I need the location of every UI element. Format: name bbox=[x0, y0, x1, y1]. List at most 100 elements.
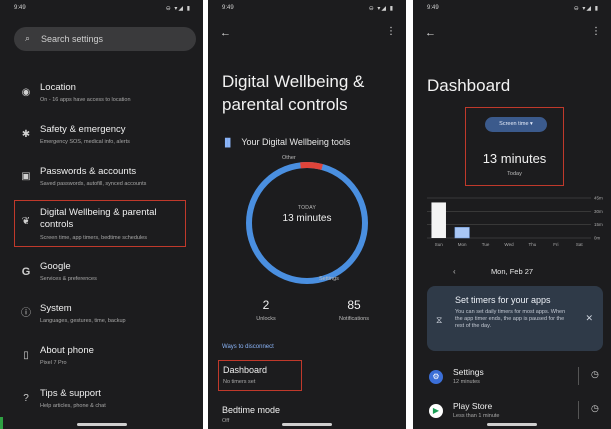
card-body: You can set daily timers for most apps. … bbox=[455, 309, 566, 329]
phone-icon: ▯ bbox=[23, 350, 29, 361]
app-timer-tip-card[interactable]: ⧖ Set timers for your apps You can set d… bbox=[427, 286, 603, 351]
y-tick-label: 15m bbox=[594, 222, 603, 227]
settings-item-subtitle: Services & preferences bbox=[40, 276, 97, 282]
settings-item-subtitle: Saved passwords, autofill, synced accoun… bbox=[40, 181, 147, 187]
page-title: Dashboard bbox=[427, 76, 511, 95]
search-input[interactable]: Search settings bbox=[41, 34, 103, 44]
status-time: 9:49 bbox=[14, 5, 26, 11]
bedtime-subtitle: Off bbox=[222, 418, 230, 424]
app-name: Play Store bbox=[453, 401, 493, 411]
section-header: Ways to disconnect bbox=[222, 344, 274, 350]
ring-today-label: TODAY bbox=[297, 205, 317, 211]
bar-chart-icon: ▐▌ bbox=[222, 138, 234, 147]
settings-item-title: Google bbox=[40, 261, 71, 272]
settings-item-title: Location bbox=[40, 82, 76, 93]
app-name: Settings bbox=[453, 367, 484, 377]
bedtime-title: Bedtime mode bbox=[222, 405, 281, 415]
back-arrow-icon[interactable]: ← bbox=[220, 27, 231, 39]
card-title: Set timers for your apps bbox=[455, 295, 551, 305]
more-options-icon[interactable]: ⋮ bbox=[386, 26, 396, 37]
status-bar: 9:49 ⊖ ▾◢ ▮ bbox=[208, 5, 406, 15]
x-tick-label: Wed bbox=[504, 242, 514, 247]
settings-item-subtitle: Languages, gestures, time, backup bbox=[40, 318, 126, 324]
app-row-play-store[interactable]: ▶ Play Store Less than 1 minute ◷ bbox=[413, 398, 611, 426]
x-tick-label: Sat bbox=[576, 242, 584, 247]
edge-marker bbox=[0, 417, 3, 429]
ring-time-value: 13 minutes bbox=[282, 213, 332, 224]
close-icon[interactable]: ✕ bbox=[585, 313, 593, 324]
divider bbox=[578, 367, 579, 385]
stat-label: Unlocks bbox=[256, 316, 276, 322]
settings-item-title: Safety & emergency bbox=[40, 124, 126, 135]
stat-value: 85 bbox=[347, 298, 361, 312]
app-usage: Less than 1 minute bbox=[453, 413, 500, 419]
status-icons: ⊖ ▾◢ ▮ bbox=[165, 6, 191, 12]
search-icon: ⌕ bbox=[25, 33, 31, 43]
x-tick-label: Mon bbox=[458, 242, 467, 247]
tools-label: Your Digital Wellbeing tools bbox=[241, 137, 351, 147]
settings-item-title: System bbox=[40, 303, 72, 314]
asterisk-icon: ✱ bbox=[21, 129, 31, 140]
stat-label: Notifications bbox=[339, 316, 369, 322]
status-time: 9:49 bbox=[222, 5, 234, 11]
gesture-bar[interactable] bbox=[76, 423, 127, 426]
tools-header: ▐▌ Your Digital Wellbeing tools bbox=[222, 137, 350, 147]
app-timer-icon[interactable]: ◷ bbox=[591, 369, 599, 380]
app-row-settings[interactable]: ⚙ Settings 12 minutes ◷ bbox=[413, 364, 611, 392]
x-tick-label: Fri bbox=[553, 242, 558, 247]
play-store-icon: ▶ bbox=[429, 404, 443, 418]
settings-item-title: About phone bbox=[40, 345, 94, 356]
settings-item-subtitle: Help articles, phone & chat bbox=[40, 403, 106, 409]
screen-time-value: 13 minutes bbox=[482, 151, 547, 166]
settings-item-subtitle: Screen time, app timers, bedtime schedul… bbox=[40, 235, 147, 241]
y-tick-label: 30m bbox=[594, 209, 603, 214]
dashboard-screen: 9:49 ⊖ ▾◢ ▮ ← ⋮ Dashboard Screen time ▾ … bbox=[413, 0, 611, 429]
dashboard-item[interactable]: Dashboard No timers set bbox=[218, 360, 302, 391]
gesture-bar[interactable] bbox=[487, 423, 537, 426]
info-icon: ⓘ bbox=[21, 308, 31, 319]
status-icons: ⊖ ▾◢ ▮ bbox=[368, 6, 394, 12]
app-timer-icon[interactable]: ◷ bbox=[591, 403, 599, 414]
account-card-icon: ▣ bbox=[21, 171, 31, 182]
more-options-icon[interactable]: ⋮ bbox=[591, 26, 601, 37]
location-pin-icon: ◉ bbox=[21, 87, 31, 98]
current-date: Mon, Feb 27 bbox=[490, 267, 534, 276]
status-time: 9:49 bbox=[427, 5, 439, 11]
status-bar: 9:49 ⊖ ▾◢ ▮ bbox=[0, 5, 203, 15]
x-tick-label: Tue bbox=[482, 242, 490, 247]
app-usage: 12 minutes bbox=[453, 379, 480, 385]
settings-item-subtitle: Emergency SOS, medical info, alerts bbox=[40, 139, 130, 145]
bar-sun[interactable] bbox=[431, 202, 446, 238]
y-tick-label: 0m bbox=[594, 236, 601, 241]
settings-item-subtitle: Pixel 7 Pro bbox=[40, 360, 67, 366]
gesture-bar[interactable] bbox=[282, 423, 332, 426]
ring-settings-label: Settings bbox=[319, 276, 339, 282]
dashboard-title: Dashboard bbox=[223, 365, 268, 375]
search-bar[interactable]: ⌕ Search settings bbox=[14, 27, 196, 51]
hourglass-icon: ⧖ bbox=[436, 315, 443, 325]
stat-value: 2 bbox=[262, 298, 270, 312]
settings-item-title: Tips & support bbox=[40, 388, 101, 399]
dashboard-subtitle: No timers set bbox=[223, 379, 256, 385]
page-title: Digital Wellbeing & parental controls bbox=[222, 72, 365, 114]
help-icon: ? bbox=[23, 393, 29, 404]
status-bar: 9:49 ⊖ ▾◢ ▮ bbox=[413, 5, 611, 15]
status-icons: ⊖ ▾◢ ▮ bbox=[573, 6, 599, 12]
settings-item-subtitle: On - 16 apps have access to location bbox=[40, 97, 131, 103]
wellbeing-screen: 9:49 ⊖ ▾◢ ▮ ← ⋮ Digital Wellbeing & pare… bbox=[208, 0, 406, 429]
settings-item-title: Digital Wellbeing & parental controls bbox=[40, 207, 157, 230]
x-tick-label: Sun bbox=[435, 242, 444, 247]
stat-notifications[interactable]: 85 Notifications bbox=[324, 298, 384, 322]
settings-screen: 9:49 ⊖ ▾◢ ▮ ⌕ Search settings ◉ Location… bbox=[0, 0, 203, 429]
screen-time-dropdown[interactable]: Screen time ▾ bbox=[485, 117, 547, 132]
divider bbox=[578, 401, 579, 419]
stat-unlocks[interactable]: 2 Unlocks bbox=[236, 298, 296, 322]
bar-mon[interactable] bbox=[454, 227, 470, 239]
screen-time-period: Today bbox=[507, 171, 522, 177]
google-icon: G bbox=[21, 266, 31, 278]
settings-gear-icon: ⚙ bbox=[429, 370, 443, 384]
y-tick-label: 45m bbox=[594, 196, 603, 201]
weekly-usage-chart[interactable]: 45m 30m 15m 0m Sun Mon Tue Wed Thu Fri Sat bbox=[423, 190, 611, 250]
back-arrow-icon[interactable]: ← bbox=[425, 27, 436, 39]
settings-item-title: Passwords & accounts bbox=[40, 166, 137, 177]
